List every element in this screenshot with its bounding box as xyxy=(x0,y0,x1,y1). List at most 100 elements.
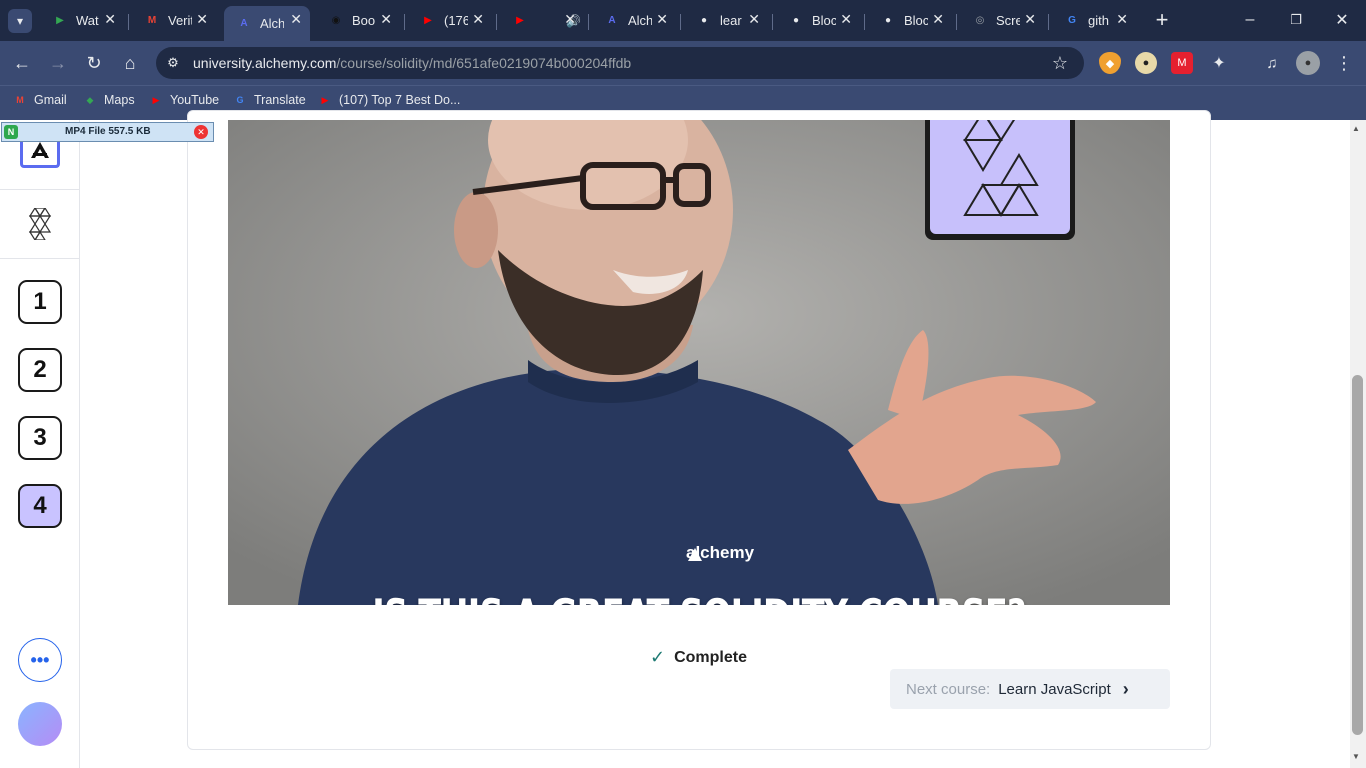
youtube-icon: ▶ xyxy=(516,15,524,26)
tab-9[interactable]: ● Bloc ✕ xyxy=(776,6,860,35)
bookmark-3[interactable]: ▶ YouTube xyxy=(148,92,220,108)
tab-4[interactable]: ◉ Boo ✕ xyxy=(316,6,400,35)
forward-icon[interactable]: → xyxy=(46,51,70,75)
url-domain: university.alchemy.com xyxy=(193,55,337,71)
bookmark-5[interactable]: ▶ (107) Top 7 Best Do... xyxy=(317,92,461,108)
sidebar-divider xyxy=(0,258,80,259)
profile-avatar-icon[interactable]: ● xyxy=(1296,51,1320,75)
tab-3[interactable]: A Alch ✕ xyxy=(224,6,310,41)
tab-close-icon[interactable]: ✕ xyxy=(932,11,944,28)
tab-8[interactable]: ● lear ✕ xyxy=(684,6,768,35)
restore-icon[interactable]: ❐ xyxy=(1284,8,1308,32)
scroll-up-icon[interactable]: ▲ xyxy=(1352,124,1360,133)
bookmark-2[interactable]: ◆ Maps xyxy=(82,92,135,108)
url-path: /course/solidity/md/651afe0219074b000204… xyxy=(336,55,632,71)
tab-close-icon[interactable]: ✕ xyxy=(196,11,208,28)
next-course-label: Next course: xyxy=(906,680,991,698)
tab-title: Wat xyxy=(76,13,99,28)
wall-frame-icon xyxy=(925,120,1075,240)
tab-title: Verit xyxy=(168,13,192,28)
tab-close-icon[interactable]: ✕ xyxy=(840,11,852,28)
new-tab-icon[interactable]: + xyxy=(1150,7,1174,32)
tab-title: Bloc xyxy=(904,13,928,28)
maps-icon: ◆ xyxy=(86,94,94,105)
tab-11[interactable]: ◎ Scre ✕ xyxy=(960,6,1044,35)
tab-title: Bloc xyxy=(812,13,836,28)
google-icon: G xyxy=(1068,15,1076,26)
tab-separator xyxy=(496,14,497,30)
tab-title: Boo xyxy=(352,13,376,28)
step-3-button[interactable]: 3 xyxy=(18,416,62,460)
step-4-button[interactable]: 4 xyxy=(18,484,62,528)
tab-title: (176 xyxy=(444,13,468,28)
scroll-down-icon[interactable]: ▼ xyxy=(1352,752,1360,761)
gmail-icon: M xyxy=(16,95,24,105)
tab-6[interactable]: ▶ ✕ 🔊 xyxy=(500,6,584,35)
tab-title: Alch xyxy=(260,16,284,31)
video-frame: alchemy xyxy=(228,120,1170,605)
tab-separator xyxy=(956,14,957,30)
home-icon[interactable]: ⌂ xyxy=(118,51,142,75)
github-icon: ● xyxy=(792,15,800,26)
more-options-button[interactable]: ••• xyxy=(18,638,62,682)
tab-close-icon[interactable]: ✕ xyxy=(1116,11,1128,28)
video-player[interactable]: alchemy IS THIS A GREAT SOLIDITY COURSE? xyxy=(228,120,1170,605)
complete-label: Complete xyxy=(674,648,747,666)
step-1-button[interactable]: 1 xyxy=(18,280,62,324)
download-app-icon: N xyxy=(4,125,18,139)
extension-ninja-icon[interactable]: ● xyxy=(1135,52,1157,74)
back-icon[interactable]: ← xyxy=(10,51,34,75)
tab-close-icon[interactable]: ✕ xyxy=(564,11,576,28)
tab-12[interactable]: Ggith ✕ xyxy=(1052,6,1136,35)
youtube-icon: ▶ xyxy=(424,15,432,26)
more-dots-icon: ••• xyxy=(30,649,50,670)
tab-title: Alch xyxy=(628,13,652,28)
course-sidebar: 1 2 3 4 ••• xyxy=(0,120,80,768)
user-avatar[interactable] xyxy=(18,702,62,746)
globe-icon: ◎ xyxy=(975,15,985,26)
tab-5[interactable]: ▶ (176 ✕ xyxy=(408,6,492,35)
tab-close-icon[interactable]: ✕ xyxy=(1024,11,1036,28)
tab-close-icon[interactable]: ✕ xyxy=(104,11,116,28)
tab-title: Scre xyxy=(996,13,1020,28)
tab-separator xyxy=(588,14,589,30)
university-logo-icon[interactable] xyxy=(28,206,52,242)
site-info-icon[interactable]: ⚙ xyxy=(163,53,183,73)
github-icon: ● xyxy=(700,15,708,26)
extensions-puzzle-icon[interactable]: ✦ xyxy=(1207,51,1231,75)
media-control-icon[interactable]: ♫ xyxy=(1260,51,1284,75)
tab-1[interactable]: ▶ Wat ✕ xyxy=(40,6,124,35)
tab-2[interactable]: M Verit ✕ xyxy=(132,6,216,35)
extension-red-icon[interactable]: M xyxy=(1171,52,1193,74)
complete-status[interactable]: ✓ Complete xyxy=(650,647,747,668)
bookmark-star-icon[interactable]: ☆ xyxy=(1048,51,1072,75)
tab-close-icon[interactable]: ✕ xyxy=(290,11,302,28)
tab-close-icon[interactable]: ✕ xyxy=(656,11,668,28)
menu-kebab-icon[interactable]: ⋮ xyxy=(1332,51,1356,75)
tab-search-icon[interactable]: ▾ xyxy=(8,9,32,33)
tab-7[interactable]: A Alch ✕ xyxy=(592,6,676,35)
close-window-icon[interactable]: ✕ xyxy=(1330,8,1354,32)
next-course-button[interactable]: Next course: Learn JavaScript › xyxy=(890,669,1170,709)
bookmark-1[interactable]: M Gmail xyxy=(12,92,66,108)
minimize-icon[interactable]: – xyxy=(1238,8,1262,32)
download-close-icon[interactable]: ✕ xyxy=(194,125,208,139)
tab-close-icon[interactable]: ✕ xyxy=(380,11,392,28)
reload-icon[interactable]: ↻ xyxy=(82,51,106,75)
sidebar-divider xyxy=(0,189,80,190)
tab-10[interactable]: ● Bloc ✕ xyxy=(868,6,952,35)
url-text[interactable]: university.alchemy.com/course/solidity/m… xyxy=(193,55,631,71)
tab-close-icon[interactable]: ✕ xyxy=(748,11,760,28)
bookmark-label: YouTube xyxy=(170,93,220,107)
tab-separator xyxy=(680,14,681,30)
video-caption: IS THIS A GREAT SOLIDITY COURSE? xyxy=(322,590,1076,605)
download-item[interactable]: N MP4 File 557.5 KB ✕ xyxy=(1,122,214,142)
tab-close-icon[interactable]: ✕ xyxy=(472,11,484,28)
next-course-title: Learn JavaScript xyxy=(998,680,1111,698)
bookmark-4[interactable]: G Translate xyxy=(232,92,305,108)
play-icon: ▶ xyxy=(56,15,64,26)
tab-separator xyxy=(864,14,865,30)
step-2-button[interactable]: 2 xyxy=(18,348,62,392)
scrollbar-thumb[interactable] xyxy=(1352,375,1363,735)
check-icon: ✓ xyxy=(650,647,666,667)
